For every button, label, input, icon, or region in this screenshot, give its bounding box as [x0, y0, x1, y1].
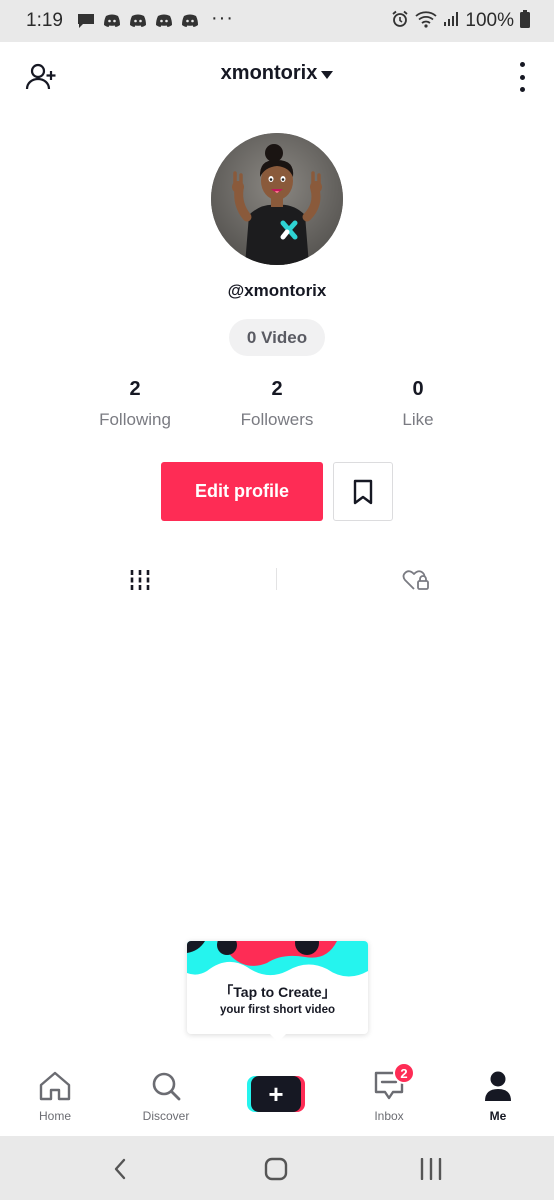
wifi-icon [415, 10, 437, 33]
home-square-icon [264, 1157, 288, 1181]
discord-icon [103, 13, 121, 29]
avatar[interactable] [211, 133, 343, 265]
private-heart-icon [402, 570, 429, 590]
discord-icon [129, 13, 147, 29]
create-video-button[interactable]: + [247, 1076, 305, 1112]
chevron-left-icon [114, 1158, 126, 1180]
nav-label: Home [38, 1109, 71, 1123]
status-bar: 1:19 ··· 100% [0, 0, 554, 42]
dot [519, 87, 525, 92]
stat-value: 2 [271, 378, 283, 400]
edit-profile-button[interactable]: Edit profile [161, 462, 323, 521]
signal-icon [443, 11, 459, 32]
search-icon [152, 1072, 181, 1101]
tooltip-banner-art [187, 941, 368, 987]
stat-label: Like [402, 410, 434, 429]
more-options-button[interactable] [516, 62, 528, 92]
nav-discover[interactable]: Discover [116, 1070, 216, 1123]
nav-label: Inbox [374, 1109, 404, 1123]
video-count-pill[interactable]: 0 Video [229, 319, 325, 356]
battery-icon [520, 9, 530, 33]
grid-icon [130, 570, 150, 590]
back-button[interactable] [100, 1154, 140, 1184]
system-navigation-bar [0, 1136, 554, 1200]
dot [519, 74, 525, 80]
home-system-button[interactable] [256, 1154, 296, 1184]
nav-label: Me [489, 1109, 507, 1123]
bottom-nav: Home Discover + 2 Inbox Me [0, 1060, 554, 1136]
tab-videos[interactable] [120, 566, 160, 594]
battery-percent: 100% [465, 10, 514, 31]
status-time: 1:19 [26, 10, 63, 31]
tap-to-create-tooltip[interactable]: 「Tap to Create」 your first short video [187, 941, 368, 1042]
tooltip-subtitle: your first short video [219, 1004, 336, 1016]
stat-followers[interactable]: 2 Followers [207, 378, 347, 430]
status-right: 100% [391, 9, 530, 33]
nav-home[interactable]: Home [5, 1070, 105, 1123]
discord-icon [181, 13, 199, 29]
username-switcher[interactable]: xmontorix [0, 62, 554, 85]
profile-handle: @xmontorix [227, 281, 327, 300]
recents-icon [420, 1158, 442, 1180]
inbox-badge: 2 [393, 1062, 415, 1084]
nav-me[interactable]: Me [448, 1070, 548, 1123]
tab-divider [276, 568, 277, 590]
avatar-image [211, 133, 343, 265]
stat-label: Followers [240, 410, 314, 429]
nav-label: Discover [142, 1109, 190, 1123]
home-icon [39, 1071, 71, 1101]
tab-liked-videos[interactable] [396, 566, 436, 594]
stat-value: 0 [412, 378, 424, 400]
profile-icon [485, 1071, 511, 1101]
tooltip-title: 「Tap to Create」 [219, 984, 336, 1000]
discord-icon [155, 13, 173, 29]
stat-label: Following [99, 410, 171, 429]
alarm-icon [391, 10, 409, 33]
plus-icon: + [251, 1076, 301, 1112]
nav-inbox[interactable]: 2 Inbox [339, 1062, 439, 1123]
profile-stats: 2 Following 2 Followers 0 Like [0, 378, 554, 438]
bookmark-icon [353, 479, 373, 504]
message-icon [77, 13, 95, 29]
dot [519, 62, 525, 67]
stat-value: 2 [129, 378, 141, 400]
more-notifications: ··· [210, 6, 234, 29]
stat-likes[interactable]: 0 Like [348, 378, 488, 430]
stat-following[interactable]: 2 Following [65, 378, 205, 430]
favorites-button[interactable] [333, 462, 393, 521]
recents-button[interactable] [411, 1154, 451, 1184]
profile-tabs [0, 560, 554, 600]
caret-down-icon [321, 70, 334, 79]
username: xmontorix [220, 62, 318, 84]
profile-header: xmontorix [0, 54, 554, 100]
tooltip-arrow [270, 1034, 286, 1042]
